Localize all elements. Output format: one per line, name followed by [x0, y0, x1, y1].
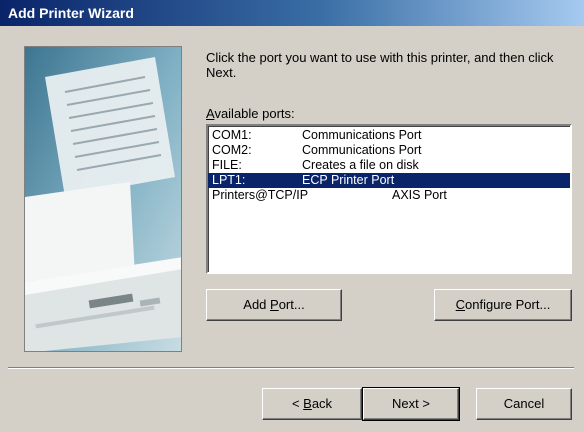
btn-rest: ack: [311, 396, 333, 411]
port-row-tcpip[interactable]: Printers@TCP/IP AXIS Port: [208, 188, 570, 203]
port-description: ECP Printer Port: [302, 173, 395, 187]
available-ports-label: Available ports:: [206, 106, 295, 121]
port-row-com1[interactable]: COM1: Communications Port: [208, 128, 570, 143]
add-port-button[interactable]: Add Port...: [206, 289, 342, 321]
btn-prefix: <: [291, 396, 304, 411]
port-description: AXIS Port: [392, 188, 447, 202]
btn-mnemonic: B: [303, 396, 312, 411]
btn-mnemonic: P: [270, 297, 279, 312]
port-row-com2[interactable]: COM2: Communications Port: [208, 143, 570, 158]
footer-separator: [8, 367, 574, 369]
wizard-dialog: Click the port you want to use with this…: [0, 26, 584, 432]
wizard-instructions: Click the port you want to use with this…: [206, 50, 554, 80]
configure-port-button[interactable]: Configure Port...: [434, 289, 572, 321]
port-description: Communications Port: [302, 143, 422, 157]
btn-rest: ort...: [278, 297, 305, 312]
port-name: LPT1:: [212, 173, 246, 187]
port-name: Printers@TCP/IP: [212, 188, 309, 202]
port-description: Creates a file on disk: [302, 158, 419, 172]
available-ports-list[interactable]: COM1: Communications Port COM2: Communic…: [206, 124, 572, 274]
port-description: Communications Port: [302, 128, 422, 142]
cancel-button[interactable]: Cancel: [476, 388, 572, 420]
wizard-illustration: [24, 46, 182, 352]
back-button[interactable]: < Back: [262, 388, 362, 420]
port-row-lpt1[interactable]: LPT1: ECP Printer Port: [208, 173, 570, 188]
btn-prefix: Add: [243, 297, 271, 312]
btn-mnemonic: C: [455, 297, 466, 312]
window-title: Add Printer Wizard: [8, 5, 134, 21]
port-row-file[interactable]: FILE: Creates a file on disk: [208, 158, 570, 173]
port-name: COM2:: [212, 143, 252, 157]
btn-rest: onfigure Port...: [465, 297, 551, 312]
port-name: COM1:: [212, 128, 252, 142]
port-name: FILE:: [212, 158, 242, 172]
label-rest: vailable ports:: [214, 106, 295, 121]
printer-illustration-icon: [25, 47, 181, 351]
title-bar: Add Printer Wizard: [0, 0, 584, 26]
next-button[interactable]: Next >: [362, 387, 460, 421]
